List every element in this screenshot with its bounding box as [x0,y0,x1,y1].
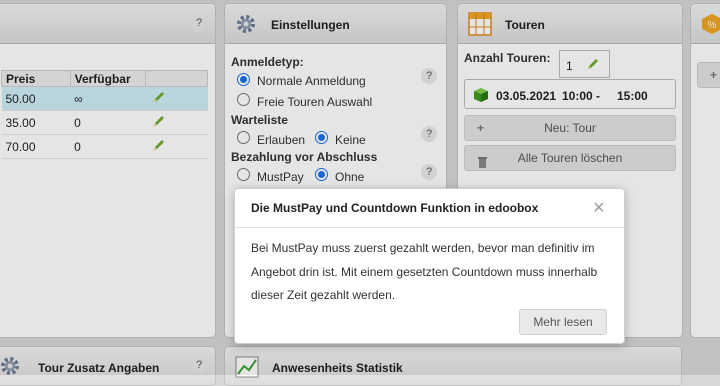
modal-title: Die MustPay und Countdown Funktion in ed… [251,201,539,215]
mehr-lesen-button[interactable]: Mehr lesen [519,309,607,335]
close-icon[interactable]: × [593,198,605,218]
modal-body-text: Bei MustPay muss zuerst gezahlt werden, … [251,241,598,302]
modal-divider [235,227,624,228]
info-modal: Die MustPay und Countdown Funktion in ed… [234,188,625,344]
